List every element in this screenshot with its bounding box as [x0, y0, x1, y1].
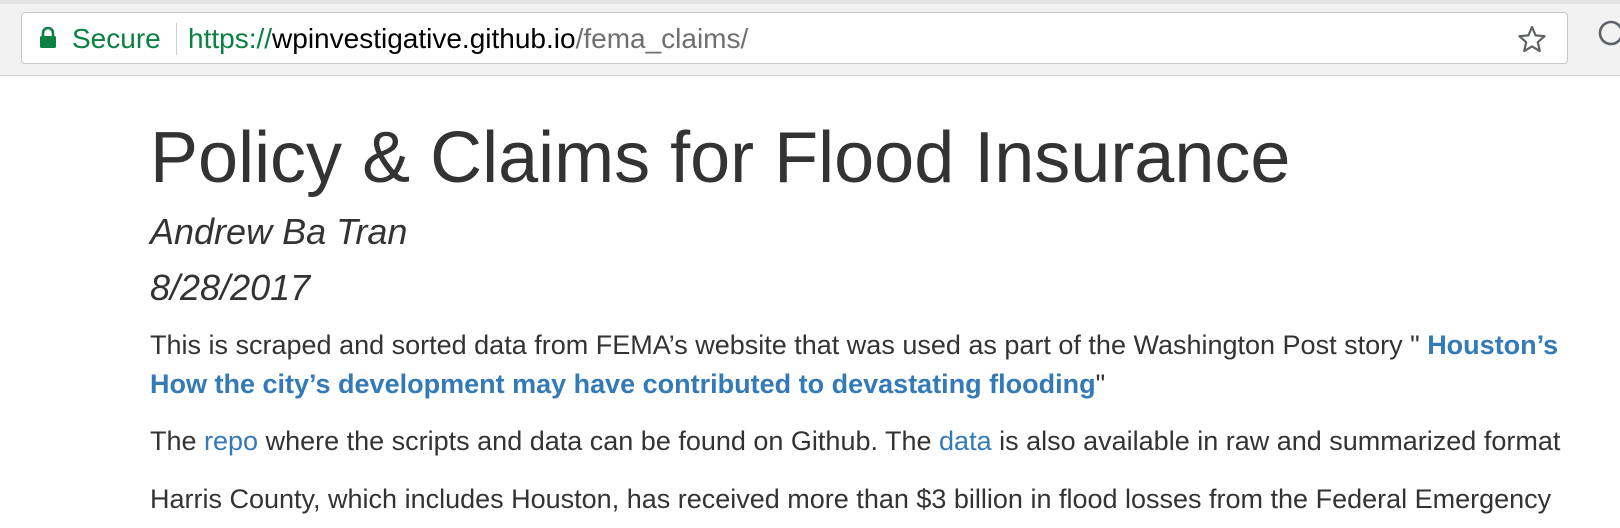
intro-paragraph: This is scraped and sorted data from FEM… [150, 326, 1558, 404]
repo-link[interactable]: repo [204, 426, 258, 456]
harris-paragraph: Harris County, which includes Houston, h… [150, 484, 1552, 514]
url-scheme: https:// [188, 23, 273, 54]
lock-icon [40, 27, 56, 48]
repo-paragraph: The repo where the scripts and data can … [150, 422, 1560, 461]
intro-text: This is scraped and sorted data from FEM… [150, 330, 1428, 360]
url-divider [176, 23, 177, 55]
author-name: Andrew Ba Tran [150, 211, 408, 252]
secure-label[interactable]: Secure [72, 23, 161, 55]
intro-close-quote: " [1095, 369, 1106, 399]
extension-icon[interactable] [1596, 18, 1620, 48]
url-host: wpinvestigative.github.io [272, 23, 576, 54]
repo-text-3: is also available in raw and summarized … [991, 426, 1561, 456]
repo-text-1: The [150, 426, 205, 456]
address-bar[interactable]: Secure https://wpinvestigative.github.io… [21, 12, 1568, 64]
bookmark-star-icon[interactable] [1517, 25, 1547, 53]
url-text[interactable]: https://wpinvestigative.github.io/fema_c… [188, 23, 748, 55]
browser-toolbar: Secure https://wpinvestigative.github.io… [0, 0, 1620, 76]
data-link[interactable]: data [939, 426, 992, 456]
url-path: /fema_claims/ [575, 23, 749, 54]
publish-date: 8/28/2017 [150, 267, 311, 308]
tab-strip-edge [0, 0, 1620, 4]
repo-text-2: where the scripts and data can be found … [258, 426, 940, 456]
story-link-line2: How the city’s development may have cont… [150, 369, 1096, 399]
story-link-line1: Houston’s [1427, 330, 1559, 360]
page-title: Policy & Claims for Flood Insurance [150, 118, 1291, 198]
